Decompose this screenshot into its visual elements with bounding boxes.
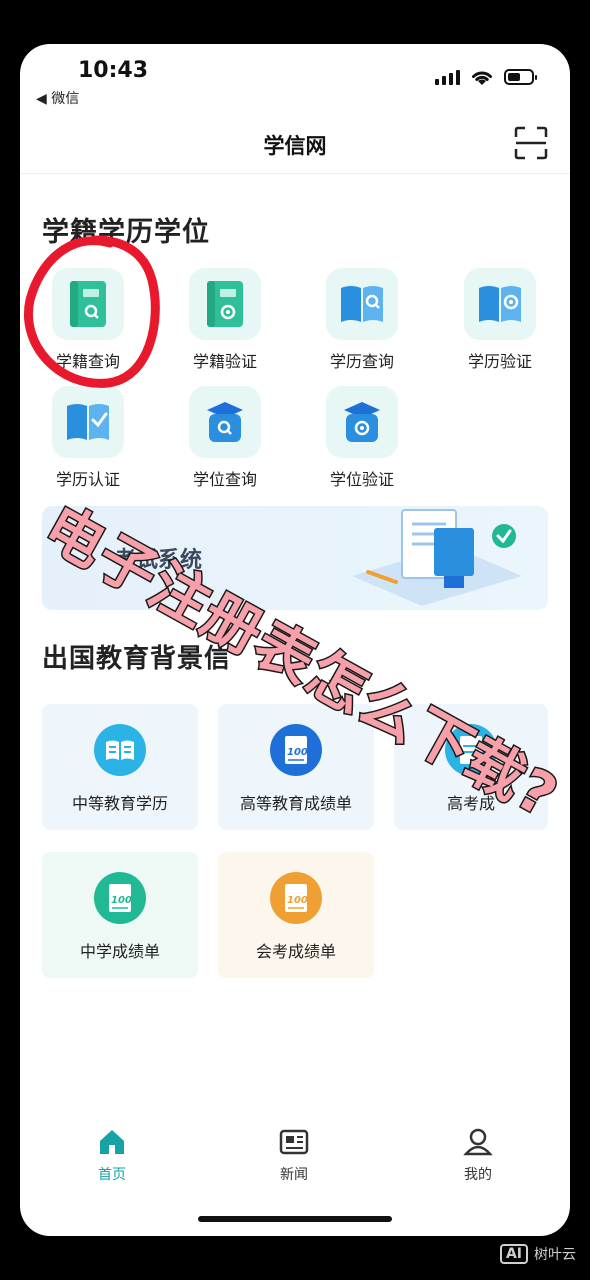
grid-item-label: 学籍验证	[192, 352, 257, 371]
svg-text:100: 100	[111, 895, 132, 906]
card-label: 高等教育成绩单	[239, 794, 352, 813]
card-label: 中等教育学历	[71, 794, 168, 813]
grid-item-enrollment-query[interactable]: 学籍查询	[38, 268, 138, 372]
score-100-icon: 100	[94, 872, 146, 924]
tab-profile[interactable]: 我的	[438, 1128, 518, 1184]
tab-label: 新闻	[280, 1167, 308, 1183]
battery-icon	[504, 69, 537, 85]
back-to-wechat-link[interactable]: ◀ 微信	[36, 88, 79, 108]
grid-item-label: 学位查询	[192, 470, 257, 489]
grid-item-degree-query[interactable]: 学位查询	[175, 386, 275, 490]
diploma-certify-icon	[52, 386, 124, 458]
news-icon	[279, 1129, 309, 1155]
card-huikao-transcript[interactable]: 100 会考成绩单	[218, 852, 374, 978]
home-icon	[100, 1130, 124, 1154]
book-verify-icon	[189, 268, 261, 340]
card-middle-school-transcript[interactable]: 100 中学成绩单	[42, 852, 198, 978]
banner-title: 考试系统	[114, 548, 203, 573]
grid-item-label: 学位验证	[329, 470, 394, 489]
score-icon	[445, 724, 497, 776]
grid-item-enrollment-verify[interactable]: 学籍验证	[175, 268, 275, 372]
open-book-icon	[94, 724, 146, 776]
tab-label: 首页	[98, 1167, 126, 1183]
grid-item-diploma-query[interactable]: 学历查询	[312, 268, 412, 372]
grid-item-label: 学历查询	[329, 352, 394, 371]
card-label: 高考成	[446, 794, 495, 813]
tab-news[interactable]: 新闻	[254, 1128, 334, 1184]
svg-text:100: 100	[287, 747, 308, 758]
nav-bar: 学信网	[20, 118, 570, 174]
card-secondary-education[interactable]: 中等教育学历	[42, 704, 198, 830]
home-indicator[interactable]	[198, 1216, 392, 1222]
bottom-tab-bar: 首页 新闻 我的	[20, 1124, 570, 1194]
grid-item-label: 学历验证	[467, 352, 532, 371]
grid-item-diploma-certify[interactable]: 学历认证	[38, 386, 138, 490]
grid-item-label: 学籍查询	[55, 352, 120, 371]
section-title-degrees: 学籍学历学位	[42, 217, 210, 248]
grid-item-label: 学历认证	[55, 470, 120, 489]
profile-icon	[463, 1128, 493, 1156]
score-100-icon: 100	[270, 872, 322, 924]
cap-search-icon	[189, 386, 261, 458]
tab-home[interactable]: 首页	[72, 1128, 152, 1184]
status-indicators	[435, 68, 537, 86]
card-label: 中学成绩单	[79, 942, 160, 961]
grid-item-diploma-verify[interactable]: 学历验证	[450, 268, 550, 372]
book-search-icon	[52, 268, 124, 340]
card-label: 会考成绩单	[255, 942, 336, 961]
cap-verify-icon	[326, 386, 398, 458]
watermark-logo: AI	[499, 1244, 528, 1264]
page-title: 学信网	[263, 134, 327, 158]
computer-illustration-icon	[352, 509, 522, 606]
svg-text:100: 100	[287, 895, 308, 906]
cellular-signal-icon	[435, 69, 460, 85]
diploma-search-icon	[326, 268, 398, 340]
battery-level	[508, 73, 521, 81]
section-title-overseas: 出国教育背景信	[42, 644, 232, 674]
card-gaokao-score[interactable]: 高考成	[394, 704, 548, 830]
score-100-icon: 100	[270, 724, 322, 776]
wifi-icon	[472, 71, 492, 85]
exam-system-banner[interactable]: 考试系统	[42, 506, 548, 610]
watermark-text: 树叶云	[534, 1247, 576, 1263]
screen-frame: 10:43 ◀ 微信 学信网 学籍学历学位 学籍查询 学籍验证 学历查询 学历验…	[0, 0, 590, 1280]
scan-icon[interactable]	[514, 126, 548, 160]
diploma-verify-icon	[464, 268, 536, 340]
watermark: AI 树叶云	[499, 1244, 576, 1264]
phone-screen: 10:43 ◀ 微信 学信网 学籍学历学位 学籍查询 学籍验证 学历查询 学历验…	[20, 44, 570, 1236]
card-higher-education-transcript[interactable]: 100 高等教育成绩单	[218, 704, 374, 830]
tab-label: 我的	[464, 1167, 492, 1183]
status-time: 10:43	[78, 58, 149, 83]
grid-item-degree-verify[interactable]: 学位验证	[312, 386, 412, 490]
